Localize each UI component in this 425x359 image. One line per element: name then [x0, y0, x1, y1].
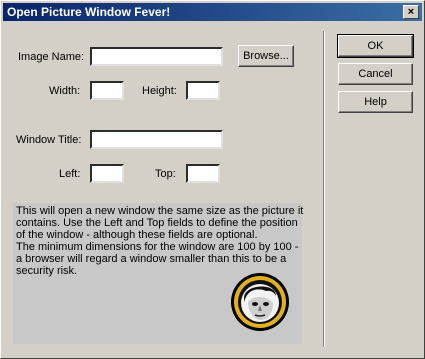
window-title-label: Window Title:	[16, 134, 82, 146]
top-label: Top:	[155, 168, 176, 180]
dialog-window: Open Picture Window Fever! × Image Name:…	[0, 0, 425, 359]
vertical-separator	[323, 31, 325, 347]
image-name-input[interactable]	[90, 47, 223, 66]
browse-button[interactable]: Browse...	[238, 45, 294, 67]
left-label: Left:	[59, 168, 81, 180]
help-button[interactable]: Help	[338, 91, 413, 113]
info-text: This will open a new window the same siz…	[16, 205, 304, 277]
face-portrait-logo-icon	[231, 273, 289, 331]
height-label: Height:	[142, 85, 177, 97]
top-input[interactable]	[186, 164, 220, 183]
cancel-button[interactable]: Cancel	[338, 63, 413, 85]
left-input[interactable]	[90, 164, 124, 183]
image-name-label: Image Name:	[18, 51, 85, 63]
window-title: Open Picture Window Fever!	[7, 5, 171, 19]
close-button[interactable]: ×	[403, 5, 419, 19]
ok-button[interactable]: OK	[337, 34, 414, 58]
height-input[interactable]	[186, 81, 220, 100]
window-title-input[interactable]	[90, 130, 223, 149]
title-bar[interactable]: Open Picture Window Fever! ×	[3, 3, 422, 21]
width-input[interactable]	[90, 81, 124, 100]
width-label: Width:	[49, 85, 81, 97]
close-icon: ×	[407, 5, 415, 18]
